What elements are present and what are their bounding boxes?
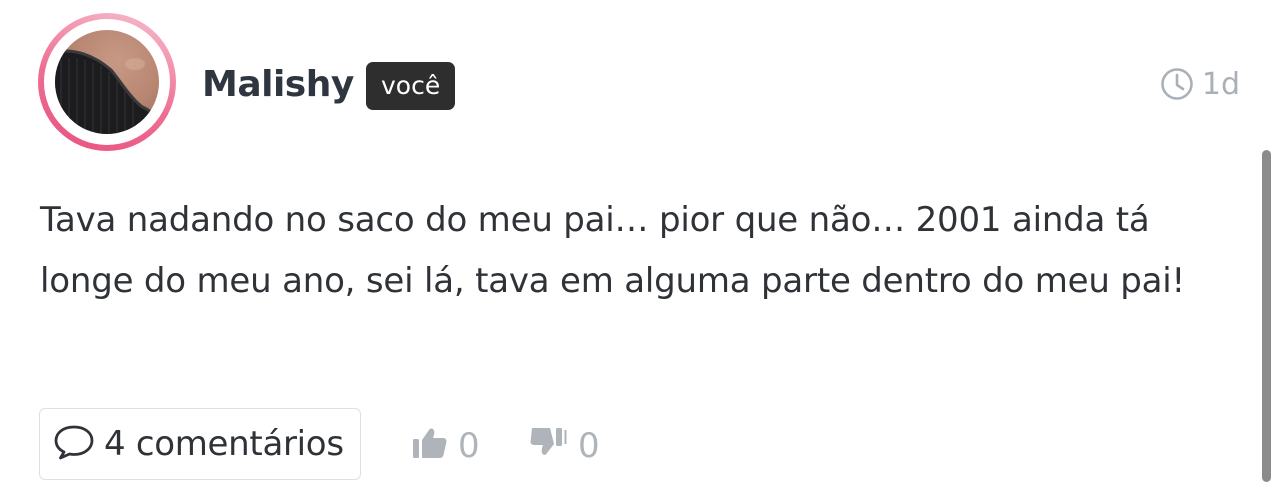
time-ago: 1d bbox=[1201, 66, 1240, 102]
dislike-button[interactable]: 0 bbox=[528, 418, 600, 474]
thumbs-up-icon bbox=[410, 422, 450, 471]
post-time: 1d bbox=[1160, 62, 1240, 106]
dislike-count: 0 bbox=[578, 426, 600, 466]
comments-button[interactable]: 4 comentários bbox=[39, 408, 361, 480]
speech-bubble-icon bbox=[52, 422, 96, 466]
avatar-border bbox=[44, 19, 170, 145]
clock-icon bbox=[1160, 67, 1194, 101]
avatar[interactable] bbox=[38, 13, 176, 151]
thumbs-down-icon bbox=[528, 422, 570, 471]
avatar-photo bbox=[55, 30, 159, 134]
comments-count-label: 4 comentários bbox=[104, 424, 344, 464]
post-body: Tava nadando no saco do meu pai… pior qu… bbox=[40, 200, 1185, 301]
author-name[interactable]: Malishy bbox=[202, 60, 354, 110]
post-card: Malishy você 1d Tava nadando no saco do … bbox=[0, 0, 1280, 482]
like-button[interactable]: 0 bbox=[410, 418, 480, 474]
like-count: 0 bbox=[458, 426, 480, 466]
scrollbar[interactable] bbox=[1262, 150, 1271, 482]
you-badge: você bbox=[366, 62, 456, 110]
